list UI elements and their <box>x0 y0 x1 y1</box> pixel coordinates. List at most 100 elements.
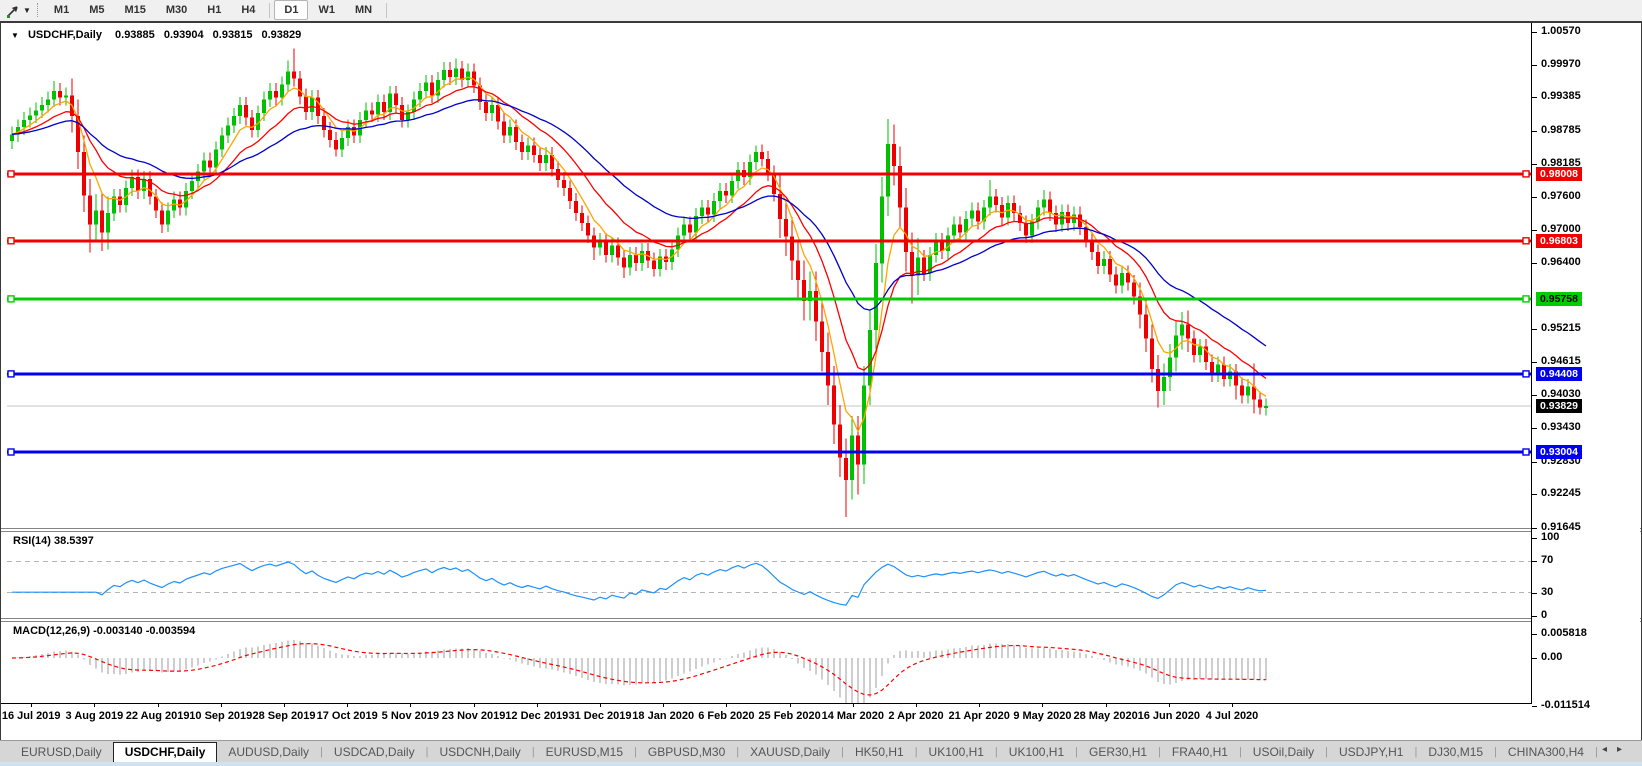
tab-scroll-arrows[interactable]: ◂▸ <box>1602 744 1632 755</box>
macd-canvas[interactable] <box>7 621 1531 703</box>
price-axis-tick <box>1532 65 1537 66</box>
tab-uk100-h1[interactable]: UK100,H1 <box>918 743 995 761</box>
price-axis-tick <box>1532 131 1537 132</box>
date-axis-tick <box>726 704 727 707</box>
macd-indicator-label: MACD(12,26,9) -0.003140 -0.003594 <box>13 625 195 637</box>
tab-separator: | <box>1595 746 1598 758</box>
price-axis-tick <box>1532 528 1537 529</box>
price-axis-label: 0.96400 <box>1541 256 1581 268</box>
date-axis-label: 12 Dec 2019 <box>505 710 568 722</box>
tab-usdcnh-daily[interactable]: USDCNH,Daily <box>428 743 531 761</box>
date-axis-label: 18 Jan 2020 <box>632 710 694 722</box>
price-axis-label: 0.93430 <box>1541 421 1581 433</box>
draw-tool-icon[interactable] <box>3 2 23 18</box>
date-axis-label: 31 Dec 2019 <box>569 710 632 722</box>
rsi-axis-tick <box>1532 616 1537 617</box>
timeframe-button-M30[interactable]: M30 <box>156 0 197 20</box>
tab-dj30-m15[interactable]: DJ30,M15 <box>1417 743 1494 761</box>
macd-axis-tick <box>1532 634 1537 635</box>
tab-audusd-daily[interactable]: AUDUSD,Daily <box>217 743 320 761</box>
date-axis-tick <box>31 704 32 707</box>
rsi-axis-label: 0 <box>1541 609 1547 621</box>
date-axis-label: 28 Sep 2019 <box>253 710 316 722</box>
price-axis-label: 1.00570 <box>1541 25 1581 37</box>
date-axis-tick <box>221 704 222 707</box>
tab-usdjpy-h1[interactable]: USDJPY,H1 <box>1328 743 1414 761</box>
tab-usdcad-daily[interactable]: USDCAD,Daily <box>323 743 426 761</box>
date-axis-label: 5 Nov 2019 <box>382 710 439 722</box>
date-axis-label: 9 May 2020 <box>1013 710 1071 722</box>
tab-hk50-h1[interactable]: HK50,H1 <box>844 743 915 761</box>
date-axis-label: 2 Apr 2020 <box>888 710 943 722</box>
rsi-indicator-label: RSI(14) 38.5397 <box>13 535 94 547</box>
status-strip <box>0 762 1642 766</box>
timeframe-button-H4[interactable]: H4 <box>231 0 265 20</box>
timeframe-button-M15[interactable]: M15 <box>114 0 155 20</box>
toolbar-divider <box>386 3 387 18</box>
price-axis-label: 0.92245 <box>1541 487 1581 499</box>
date-axis-label: 21 Apr 2020 <box>949 710 1010 722</box>
date-axis-tick <box>94 704 95 707</box>
title-high: 0.93904 <box>164 29 204 41</box>
timeframe-button-M1[interactable]: M1 <box>44 0 79 20</box>
date-axis-label: 4 Jul 2020 <box>1206 710 1259 722</box>
price-level-badge: 0.94408 <box>1536 367 1582 381</box>
price-level-badge: 0.98008 <box>1536 167 1582 181</box>
date-axis[interactable]: 16 Jul 20193 Aug 201922 Aug 201910 Sep 2… <box>7 704 1531 734</box>
date-axis-label: 28 May 2020 <box>1073 710 1137 722</box>
collapse-chart-icon[interactable]: ▼ <box>11 31 19 40</box>
date-axis-tick <box>663 704 664 707</box>
date-axis-tick <box>1042 704 1043 707</box>
price-axis[interactable]: 1.005700.999700.993850.987850.981850.976… <box>1532 23 1640 703</box>
date-axis-tick <box>916 704 917 707</box>
tab-china300-h4[interactable]: CHINA300,H4 <box>1497 743 1595 761</box>
timeframe-button-H1[interactable]: H1 <box>197 0 231 20</box>
timeframe-button-MN[interactable]: MN <box>345 0 382 20</box>
tool-dropdown-caret[interactable]: ▼ <box>23 6 31 15</box>
date-axis-tick <box>347 704 348 707</box>
tab-usdchf-daily[interactable]: USDCHF,Daily <box>113 742 218 763</box>
price-axis-tick <box>1532 164 1537 165</box>
timeframe-button-D1[interactable]: D1 <box>274 0 308 20</box>
main-chart-canvas[interactable] <box>7 28 1531 528</box>
macd-axis-label: 0.005818 <box>1541 627 1587 639</box>
timeframe-button-M5[interactable]: M5 <box>79 0 114 20</box>
tab-eurusd-daily[interactable]: EURUSD,Daily <box>10 743 113 761</box>
price-axis-label: 0.98785 <box>1541 124 1581 136</box>
title-low: 0.93815 <box>213 29 253 41</box>
date-axis-label: 10 Sep 2019 <box>189 710 252 722</box>
price-axis-tick <box>1532 395 1537 396</box>
rsi-axis-label: 100 <box>1541 531 1559 543</box>
date-axis-tick <box>1106 704 1107 707</box>
date-axis-label: 6 Feb 2020 <box>698 710 754 722</box>
tab-gbpusd-m30[interactable]: GBPUSD,M30 <box>637 743 736 761</box>
price-axis-tick <box>1532 230 1537 231</box>
rsi-canvas[interactable] <box>7 531 1531 618</box>
timeframe-button-W1[interactable]: W1 <box>308 0 345 20</box>
macd-axis-label: 0.00 <box>1541 651 1562 663</box>
price-axis-tick <box>1532 32 1537 33</box>
tab-usoil-daily[interactable]: USOil,Daily <box>1242 743 1325 761</box>
tab-xauusd-daily[interactable]: XAUUSD,Daily <box>739 743 841 761</box>
date-axis-tick <box>979 704 980 707</box>
tab-ger30-h1[interactable]: GER30,H1 <box>1078 743 1158 761</box>
price-axis-label: 0.99385 <box>1541 90 1581 102</box>
tab-eurusd-m15[interactable]: EURUSD,M15 <box>535 743 634 761</box>
tab-uk100-h1[interactable]: UK100,H1 <box>998 743 1075 761</box>
toolbar-grip <box>37 3 38 17</box>
rsi-axis-tick <box>1532 538 1537 539</box>
date-axis-tick <box>474 704 475 707</box>
date-axis-tick <box>158 704 159 707</box>
date-axis-label: 25 Feb 2020 <box>758 710 820 722</box>
date-axis-tick <box>790 704 791 707</box>
title-open: 0.93885 <box>115 29 155 41</box>
tab-fra40-h1[interactable]: FRA40,H1 <box>1161 743 1239 761</box>
chart-symbol-period: USDCHF,Daily <box>28 29 102 41</box>
price-axis-tick <box>1532 97 1537 98</box>
date-axis-tick <box>1169 704 1170 707</box>
price-axis-tick <box>1532 494 1537 495</box>
date-axis-label: 16 Jun 2020 <box>1138 710 1200 722</box>
timeframe-button-group: M1M5M15M30H1H4 D1W1MN <box>44 0 391 20</box>
price-axis-tick <box>1532 197 1537 198</box>
date-axis-tick <box>410 704 411 707</box>
